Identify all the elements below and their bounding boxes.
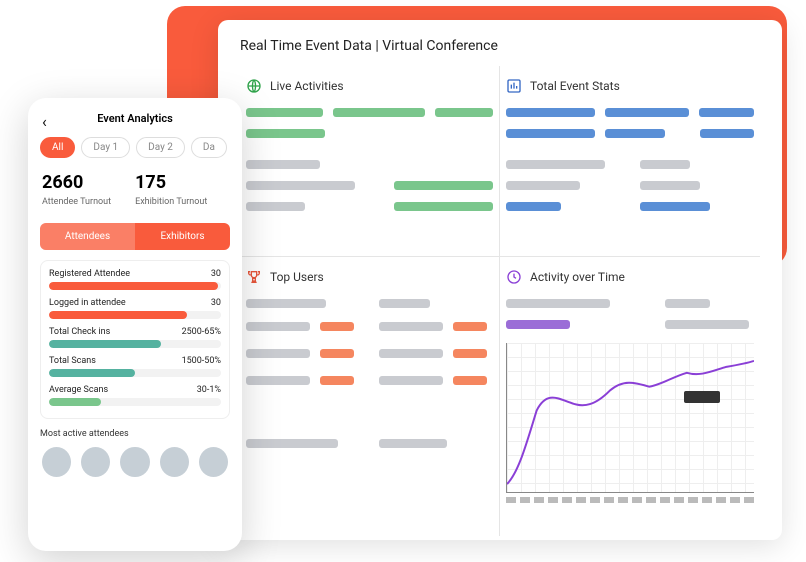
stat-value: 2660 [42,172,111,193]
stat-attendee: 2660 Attendee Turnout [42,172,111,207]
trophy-icon [246,269,262,285]
avatar[interactable] [160,447,189,477]
avatar[interactable] [81,447,110,477]
avatar[interactable] [42,447,71,477]
metric-value: 1500-50% [182,356,221,366]
metric-value: 30 [211,269,221,279]
avatar-row [40,447,230,477]
panel-top-users: Top Users [240,257,500,536]
segment-attendees[interactable]: Attendees [40,223,135,250]
metric-label: Logged in attendee [49,298,126,308]
metric-value: 2500-65% [182,327,221,337]
panel-stats: Total Event Stats [500,66,760,257]
panel-title: Total Event Stats [530,79,620,93]
filter-all[interactable]: All [40,137,75,158]
panel-title: Top Users [270,270,324,284]
panel-title: Live Activities [270,79,344,93]
metric-loggedin: Logged in attendee 30 [49,298,221,319]
avatar[interactable] [199,447,228,477]
day-filter-row: All Day 1 Day 2 Da [40,137,230,158]
metric-avgscans: Average Scans 30-1% [49,385,221,406]
chart-x-axis [506,497,754,503]
panel-title: Activity over Time [530,270,625,284]
mobile-title: Event Analytics [97,112,173,125]
mobile-card: ‹ Event Analytics All Day 1 Day 2 Da 266… [28,98,242,551]
metric-scans: Total Scans 1500-50% [49,356,221,377]
stat-exhibition: 175 Exhibition Turnout [135,172,207,207]
metric-label: Total Check ins [49,327,110,337]
most-active-label: Most active attendees [40,429,230,439]
filter-day2[interactable]: Day 2 [136,137,185,158]
activity-chart [506,343,754,493]
globe-icon [246,78,262,94]
dashboard-card: Real Time Event Data | Virtual Conferenc… [218,20,782,540]
metrics-list: Registered Attendee 30 Logged in attendee… [40,260,230,419]
segment-control: Attendees Exhibitors [40,223,230,250]
stat-label: Exhibition Turnout [135,197,207,207]
segment-exhibitors[interactable]: Exhibitors [135,223,230,250]
clock-icon [506,269,522,285]
metric-value: 30 [211,298,221,308]
metric-label: Average Scans [49,385,108,395]
stat-label: Attendee Turnout [42,197,111,207]
metric-value: 30-1% [197,385,221,395]
back-icon[interactable]: ‹ [42,112,47,131]
metric-checkins: Total Check ins 2500-65% [49,327,221,348]
metric-label: Registered Attendee [49,269,130,279]
bar-chart-icon [506,78,522,94]
avatar[interactable] [120,447,149,477]
panel-activity: Activity over Time [500,257,760,536]
metric-label: Total Scans [49,356,96,366]
metric-registered: Registered Attendee 30 [49,269,221,290]
filter-day3[interactable]: Da [191,137,227,158]
dashboard-title: Real Time Event Data | Virtual Conferenc… [240,38,760,54]
stat-value: 175 [135,172,207,193]
filter-day1[interactable]: Day 1 [81,137,130,158]
panel-live: Live Activities [240,66,500,257]
